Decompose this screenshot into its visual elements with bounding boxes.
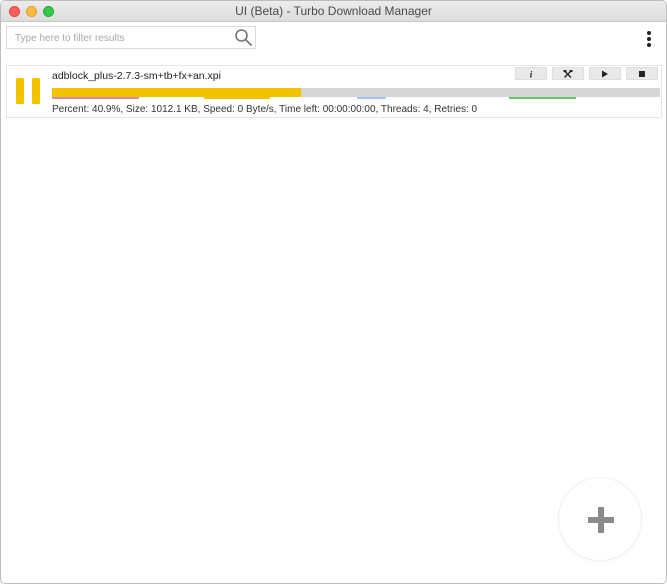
thread-segment-4 (509, 97, 576, 99)
thread-segment-2 (204, 97, 270, 99)
window-title: UI (Beta) - Turbo Download Manager (235, 4, 432, 18)
svg-text:i: i (530, 69, 533, 78)
tools-icon (563, 69, 573, 78)
download-progress-fill (52, 88, 301, 97)
search-icon[interactable] (234, 28, 253, 47)
app-window: UI (Beta) - Turbo Download Manager adblo… (0, 0, 667, 584)
pause-icon[interactable] (16, 78, 40, 104)
more-options-icon[interactable] (641, 29, 657, 49)
stop-icon (639, 70, 645, 77)
add-download-button[interactable] (558, 477, 642, 561)
filter-search-input[interactable] (15, 31, 230, 45)
info-button[interactable]: i (515, 67, 547, 80)
info-icon: i (530, 69, 533, 78)
tools-button[interactable] (552, 67, 584, 80)
download-progress-bar (52, 88, 660, 97)
resume-button[interactable] (589, 67, 621, 80)
thread-segment-3 (357, 97, 386, 99)
plus-icon (588, 507, 614, 533)
download-item: adblock_plus-2.7.3-sm+tb+fx+an.xpi i Per… (6, 65, 662, 118)
play-icon (602, 70, 608, 77)
stop-button[interactable] (626, 67, 658, 80)
download-filename: adblock_plus-2.7.3-sm+tb+fx+an.xpi (52, 70, 221, 82)
download-stats: Percent: 40.9%, Size: 1012.1 KB, Speed: … (52, 104, 478, 115)
title-bar: UI (Beta) - Turbo Download Manager (1, 1, 666, 22)
filter-search-box (6, 26, 256, 49)
thread-segment-1 (52, 97, 139, 99)
